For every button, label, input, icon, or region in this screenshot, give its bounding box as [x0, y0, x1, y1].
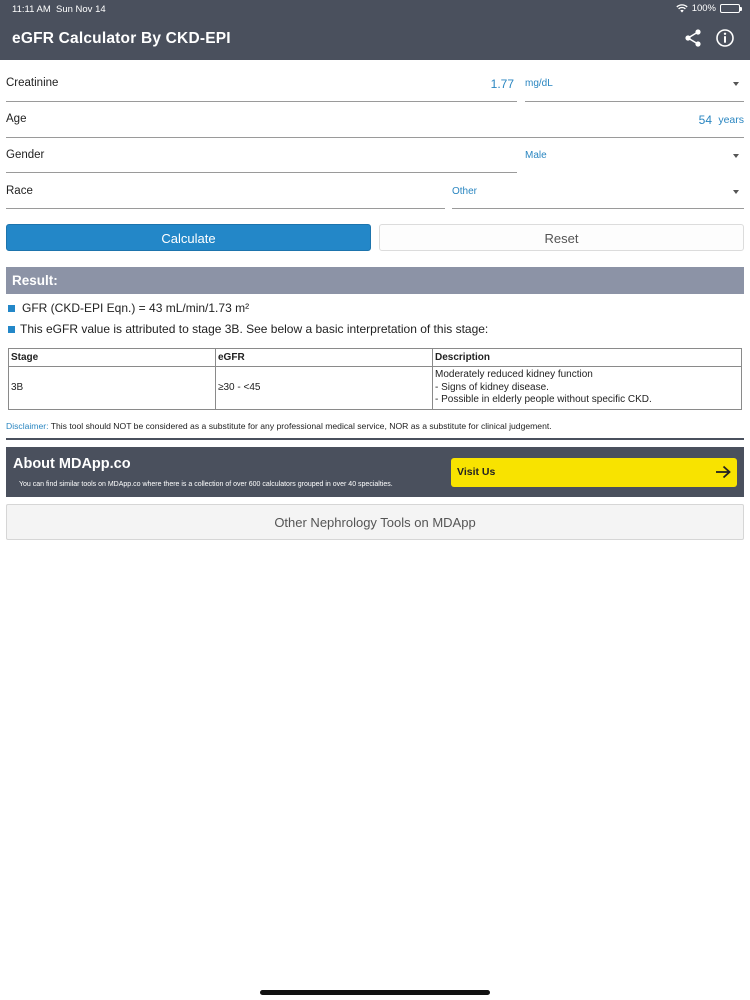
- chevron-down-icon[interactable]: [733, 82, 739, 86]
- bullet-icon: [8, 325, 15, 333]
- age-unit: years: [718, 114, 744, 126]
- gfr-result-text: GFR (CKD-EPI Eqn.) = 43 mL/min/1.73 m²: [22, 301, 250, 315]
- app-title: eGFR Calculator By CKD-EPI: [12, 30, 231, 47]
- chevron-down-icon[interactable]: [733, 190, 739, 194]
- stage-table: Stage eGFR Description 3B ≥30 - <45 Mode…: [8, 348, 742, 410]
- race-label: Race: [6, 185, 33, 197]
- about-title: About MDApp.co: [13, 456, 131, 472]
- gender-select[interactable]: Male: [525, 150, 547, 161]
- app-header: 11:11 AM Sun Nov 14 100% eGFR Calculator…: [0, 0, 750, 60]
- table-header: Stage: [8, 348, 216, 367]
- creatinine-input[interactable]: 1.77: [491, 77, 514, 91]
- gfr-result: GFR (CKD-EPI Eqn.) = 43 mL/min/1.73 m²: [6, 301, 249, 315]
- visit-us-button[interactable]: Visit Us: [451, 458, 737, 487]
- table-header: eGFR: [215, 348, 433, 367]
- battery-icon: [720, 4, 742, 13]
- table-cell-stage: 3B: [8, 366, 216, 410]
- disclaimer-label: Disclaimer:: [6, 421, 49, 431]
- status-bar: 11:11 AM Sun Nov 14 100%: [0, 0, 750, 18]
- divider: [6, 438, 744, 440]
- home-indicator[interactable]: [260, 990, 490, 995]
- table-header-row: Stage eGFR Description: [8, 348, 742, 367]
- age-row: Age 54 years: [0, 102, 750, 138]
- description-line: - Signs of kidney disease.: [435, 381, 549, 393]
- table-header: Description: [432, 348, 742, 367]
- race-select[interactable]: Other: [452, 186, 477, 197]
- table-cell-egfr: ≥30 - <45: [215, 366, 433, 410]
- wifi-icon: [676, 4, 688, 13]
- visit-us-label: Visit Us: [457, 466, 496, 478]
- disclaimer: Disclaimer: This tool should NOT be cons…: [6, 421, 552, 431]
- gender-row: Gender Male: [0, 137, 750, 173]
- other-nephrology-tools-button[interactable]: Other Nephrology Tools on MDApp: [6, 504, 744, 540]
- gender-label: Gender: [6, 149, 45, 161]
- calculate-button[interactable]: Calculate: [6, 224, 371, 251]
- battery-percent: 100%: [691, 3, 716, 14]
- about-banner: About MDApp.co You can find similar tool…: [6, 447, 744, 497]
- creatinine-label: Creatinine: [6, 77, 59, 89]
- table-row: 3B ≥30 - <45 Moderately reduced kidney f…: [8, 366, 742, 410]
- description-line: Moderately reduced kidney function: [435, 369, 593, 380]
- race-row: Race Other: [0, 173, 750, 209]
- age-label: Age: [6, 113, 27, 125]
- age-input[interactable]: 54: [699, 113, 712, 127]
- arrow-right-icon: [716, 465, 731, 479]
- disclaimer-text: This tool should NOT be considered as a …: [48, 421, 552, 431]
- status-date: Sun Nov 14: [56, 4, 106, 15]
- status-time: 11:11 AM: [12, 4, 51, 15]
- stage-result: This eGFR value is attributed to stage 3…: [6, 322, 488, 336]
- race-label-underline: [6, 208, 445, 209]
- description-line: - Possible in elderly people without spe…: [435, 394, 652, 405]
- share-icon[interactable]: [683, 28, 703, 48]
- stage-result-text: This eGFR value is attributed to stage 3…: [20, 322, 489, 336]
- creatinine-row: Creatinine 1.77 mg/dL: [0, 66, 750, 102]
- about-text: You can find similar tools on MDApp.co w…: [19, 481, 393, 488]
- race-select-underline: [452, 208, 744, 209]
- result-heading: Result:: [6, 267, 744, 294]
- creatinine-unit-select[interactable]: mg/dL: [525, 78, 553, 89]
- info-icon[interactable]: [715, 28, 735, 48]
- reset-button[interactable]: Reset: [379, 224, 744, 251]
- chevron-down-icon[interactable]: [733, 154, 739, 158]
- table-cell-description: Moderately reduced kidney function - Sig…: [432, 366, 742, 410]
- status-indicators: 100%: [676, 3, 742, 14]
- bullet-icon: [8, 304, 15, 312]
